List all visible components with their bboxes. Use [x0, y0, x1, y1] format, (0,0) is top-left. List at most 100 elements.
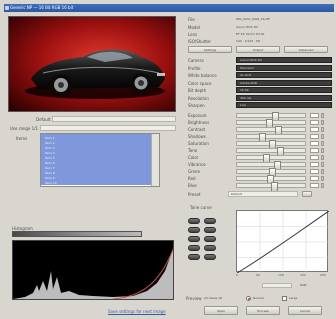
info-value-exposure: 100 · 1/125 · f/8	[236, 39, 261, 43]
adjust-slider[interactable]	[236, 133, 306, 143]
adjust-spinner[interactable]	[321, 141, 324, 146]
info-label-file: File	[188, 17, 195, 22]
adjust-slider[interactable]	[236, 161, 306, 171]
settings-dropdown[interactable]: Adobe RGB	[236, 79, 332, 86]
round-button[interactable]	[204, 236, 216, 242]
tab-advanced[interactable]: Advanced	[284, 46, 328, 53]
settings-dropdown[interactable]: Canon EOS 5D	[236, 57, 332, 63]
list-items: Item 1 Item 2 Item 3 Item 4 Item 5 Item …	[45, 136, 149, 186]
adjust-spinner[interactable]	[321, 155, 324, 160]
adjust-spinner[interactable]	[321, 148, 324, 153]
adjust-label: Tone	[188, 148, 198, 153]
settings-label: Color space	[188, 80, 212, 86]
round-button[interactable]	[204, 227, 216, 233]
adjust-slider[interactable]	[236, 119, 306, 129]
curve-label: Tone curve	[190, 205, 212, 210]
round-button[interactable]	[188, 218, 200, 224]
adjust-spinner[interactable]	[321, 113, 324, 118]
adjust-label: Saturation	[188, 141, 209, 146]
radio-large[interactable]	[282, 296, 287, 301]
adjust-spinner[interactable]	[321, 134, 324, 139]
curve-tick: 64	[256, 273, 260, 277]
info-value-file: IMG_0001_RAW_16.tiff	[236, 17, 270, 21]
round-button[interactable]	[204, 254, 216, 260]
adjust-label: Exposure	[188, 113, 207, 118]
adjust-label: Red	[188, 176, 196, 181]
settings-label: Camera	[188, 58, 204, 63]
tab-settings[interactable]: Settings	[188, 46, 232, 53]
adjust-spinner[interactable]	[321, 169, 324, 174]
adjust-value-field[interactable]	[310, 141, 319, 146]
adjust-value-field[interactable]	[310, 120, 319, 125]
tab-output[interactable]: Output	[236, 46, 280, 53]
adjust-slider[interactable]	[236, 140, 306, 150]
save-settings-link[interactable]: Save settings for next image	[108, 309, 166, 314]
preset-field[interactable]: Default	[228, 191, 298, 197]
preset-label: Preset	[188, 192, 201, 197]
round-button[interactable]	[188, 236, 200, 242]
adjust-label: Contrast	[188, 127, 206, 132]
round-button[interactable]	[204, 245, 216, 251]
adjust-value-field[interactable]	[310, 127, 319, 132]
settings-label: Resolution	[188, 95, 209, 101]
adjust-slider[interactable]	[236, 126, 306, 136]
open-button[interactable]: Open	[204, 306, 238, 315]
adjust-slider[interactable]	[236, 154, 306, 164]
radio-normal[interactable]	[246, 296, 251, 301]
profile-field[interactable]	[52, 116, 176, 122]
adjust-label: Blue	[188, 183, 197, 188]
round-button[interactable]	[204, 218, 216, 224]
curve-panel[interactable]	[236, 210, 330, 274]
image-preview[interactable]	[8, 16, 176, 112]
adjust-slider[interactable]	[236, 112, 306, 122]
process-button[interactable]: Process	[246, 306, 280, 315]
adjust-value-field[interactable]	[310, 155, 319, 160]
info-value-model: Canon EOS 5D	[236, 25, 258, 29]
histogram-panel	[12, 240, 174, 300]
preset-menu-button[interactable]	[302, 191, 312, 197]
settings-dropdown[interactable]: Low	[236, 102, 332, 108]
adjust-value-field[interactable]	[310, 113, 319, 118]
adjust-slider[interactable]	[236, 182, 306, 192]
settings-dropdown[interactable]: Standard	[236, 64, 332, 71]
curve-input-field[interactable]	[262, 283, 292, 288]
adjust-value-field[interactable]	[310, 134, 319, 139]
adjust-spinner[interactable]	[321, 127, 324, 132]
adjust-value-field[interactable]	[310, 183, 319, 188]
adjust-value-field[interactable]	[310, 169, 319, 174]
adjust-spinner[interactable]	[321, 120, 324, 125]
settings-dropdown[interactable]: As shot	[236, 72, 332, 78]
radio-large-label: Large	[289, 296, 298, 300]
adjust-spinner[interactable]	[321, 162, 324, 167]
info-label-exposure: ISO/Shutter	[188, 39, 212, 44]
list-scrollbar[interactable]	[151, 134, 159, 186]
round-button[interactable]	[188, 227, 200, 233]
round-button[interactable]	[188, 254, 200, 260]
settings-dropdown[interactable]: 16 bit	[236, 87, 332, 93]
window-title: Generic NP — 16 Bit RGB 16 bit	[10, 5, 74, 10]
settings-dropdown[interactable]: 300 dpi	[236, 94, 332, 101]
radio-dot	[248, 298, 250, 300]
cancel-button[interactable]: Cancel	[288, 306, 322, 315]
round-button[interactable]	[188, 245, 200, 251]
adjust-label: Vibrance	[188, 162, 206, 167]
adjust-slider[interactable]	[236, 147, 306, 157]
histogram-bar	[12, 231, 142, 237]
curve-channel-label: RGB	[300, 283, 307, 287]
adjust-value-field[interactable]	[310, 148, 319, 153]
radio-normal-label: Normal	[253, 296, 264, 300]
adjust-spinner[interactable]	[321, 176, 324, 181]
adjust-value-field[interactable]	[310, 162, 319, 167]
window-titlebar: Generic NP — 16 Bit RGB 16 bit	[4, 4, 334, 12]
adjust-slider[interactable]	[236, 168, 306, 178]
histogram-graph	[13, 248, 173, 299]
item-list[interactable]: Item 1 Item 2 Item 3 Item 4 Item 5 Item …	[40, 133, 160, 187]
range-field[interactable]	[40, 125, 176, 131]
adjust-spinner[interactable]	[321, 183, 324, 188]
adjust-value-field[interactable]	[310, 176, 319, 181]
adjust-slider[interactable]	[236, 175, 306, 185]
info-label-lens: Lens	[188, 32, 198, 37]
round-buttons	[188, 218, 228, 266]
list-item[interactable]: Item 10	[45, 181, 149, 186]
settings-label: Sharpen	[188, 103, 205, 108]
